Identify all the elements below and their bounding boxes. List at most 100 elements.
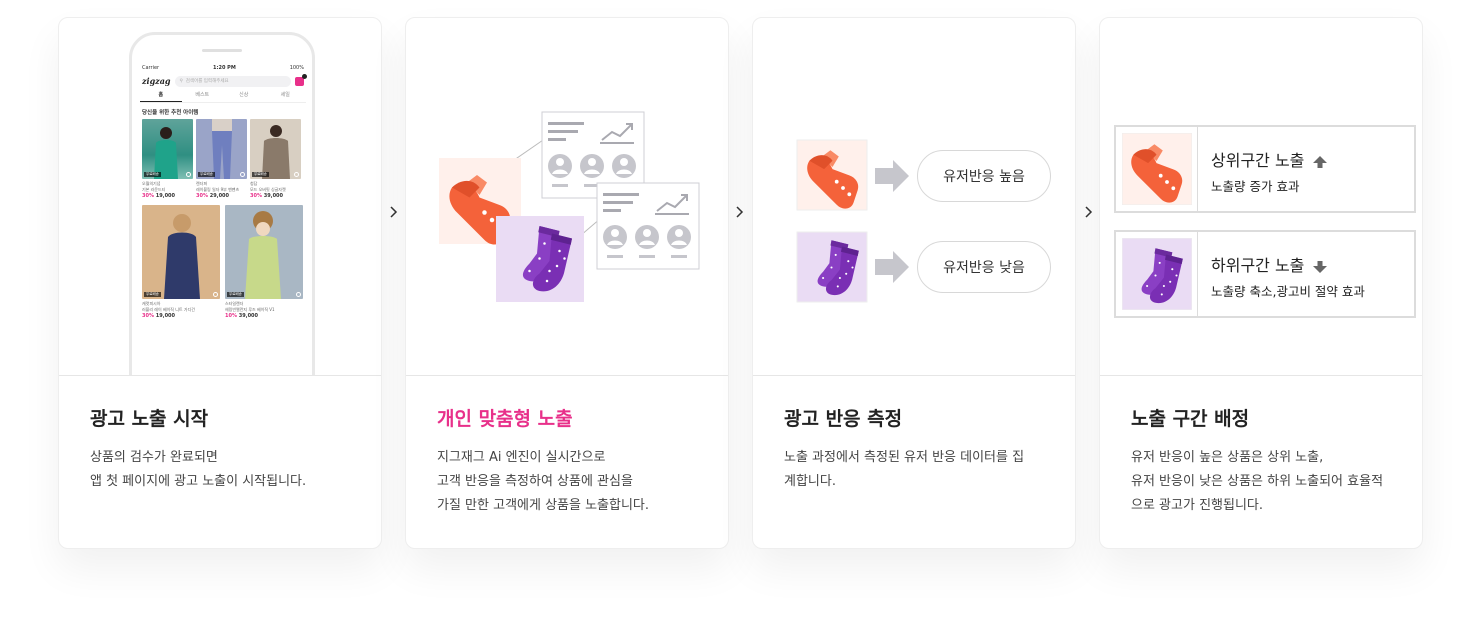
tab-home[interactable]: 홈 [140,89,182,102]
response-high-pill: 유저반응 높음 [917,150,1051,202]
free-shipping-tag: 무료배송 [252,172,269,177]
card-description-line: 노출 과정에서 측정된 유저 반응 데이터를 집 [784,450,1025,465]
status-carrier: Carrier [142,65,160,71]
free-shipping-tag: 무료배송 [227,292,244,297]
card-description-line: 유저 반응이 높은 상품은 상위 노출, [1131,450,1324,465]
card-description: 노출 과정에서 측정된 유저 반응 데이터를 집 계합니다. [784,446,1053,494]
heart-icon[interactable] [294,172,299,177]
card-description-line: 고객 반응을 측정하여 상품에 관심을 [437,474,633,489]
model-figure [245,211,281,299]
heart-icon[interactable] [213,292,218,297]
product-card[interactable]: 무료배송 청담 모드 오버핏 싱글자켓 30% 39,000 [250,119,301,199]
lower-tier-box: 하위구간 노출 노출량 축소,광고비 절약 효과 [1114,230,1416,318]
phone-screen: Carrier 1:20 PM 100% zigzag ⚲ 검색어를 입력해주세… [140,63,307,375]
app-bar: zigzag ⚲ 검색어를 입력해주세요 [140,73,307,89]
product-image: 무료배송 [196,119,247,179]
step-card-tier: 상위구간 노출 노출량 증가 효과 하위구간 노출 노출량 축소,광고비 절약 … [1099,17,1423,549]
chevron-right-icon [390,206,398,218]
product-image: 무료배송 [250,119,301,179]
arrow-right-icon [875,251,909,283]
tab-new[interactable]: 신상 [223,89,265,102]
product-discount: 30% [196,193,208,199]
product-card[interactable]: 무료배송 스타일랜더 헤링빈멜란지 루즈 베이직 V1 10% 39,000 [225,205,303,319]
product-discount: 10% [225,313,237,319]
card-description-line: 으로 광고가 진행됩니다. [1131,498,1263,513]
upper-tier-title: 상위구간 노출 [1211,147,1328,171]
card-description-line: 계합니다. [784,474,836,489]
heart-icon[interactable] [240,172,245,177]
product-price: 19,000 [155,193,176,199]
product-grid-top: 무료배송 오월의기념 기본 라운드티 30% 19,000 무료배송 렌더퍼 레… [140,119,306,199]
search-placeholder: 검색어를 입력해주세요 [185,79,229,84]
card-description: 상품의 검수가 완료되면 앱 첫 페이지에 광고 노출이 시작됩니다. [90,446,359,494]
card-description-line: 지그재그 Ai 엔진이 실시간으로 [437,450,606,465]
card-description-line: 앱 첫 페이지에 광고 노출이 시작됩니다. [90,474,307,489]
card-description: 유저 반응이 높은 상품은 상위 노출, 유저 반응이 낮은 상품은 하위 노출… [1131,446,1400,518]
search-icon: ⚲ [179,78,183,84]
app-tabs: 홈 베스트 신상 세일 [140,89,306,103]
card-description: 지그재그 Ai 엔진이 실시간으로 고객 반응을 측정하여 상품에 관심을 가질… [437,446,706,518]
tab-best[interactable]: 베스트 [182,89,224,102]
product-price: 39,000 [238,313,259,319]
product-card[interactable]: 무료배송 오월의기념 기본 라운드티 30% 19,000 [142,119,193,199]
card-title: 광고 노출 시작 [90,408,209,430]
heart-icon[interactable] [296,292,301,297]
lower-tier-title: 하위구간 노출 [1211,252,1328,276]
chevron-right-icon [736,206,744,218]
heart-icon[interactable] [186,172,191,177]
tab-sale[interactable]: 세일 [265,89,307,102]
arrow-right-icon [875,160,909,192]
product-card[interactable]: 무료배송 렌더퍼 레이블링 일자 9부 밴팬츠 30% 29,000 [196,119,247,199]
app-logo: zigzag [142,76,171,86]
model-figure [212,119,232,179]
product-grid-bottom: 무료배송 캐럿피시아 러블리 레이 베이직 니트 가디건 30% 19,000 … [140,199,306,319]
status-time: 1:20 PM [212,65,236,71]
product-discount: 30% [142,193,154,199]
tier-divider [1197,127,1198,211]
product-card[interactable]: 무료배송 캐럿피시아 러블리 레이 베이직 니트 가디건 30% 19,000 [142,205,220,319]
phone-speaker [202,49,242,52]
search-input[interactable]: ⚲ 검색어를 입력해주세요 [174,75,291,87]
card-title: 노출 구간 배정 [1131,408,1250,430]
step-card-ad-start: Carrier 1:20 PM 100% zigzag ⚲ 검색어를 입력해주세… [58,17,382,549]
card-description-line: 상품의 검수가 완료되면 [90,450,218,465]
product-image: 무료배송 [225,205,303,299]
card-title: 광고 반응 측정 [784,408,903,430]
model-figure [164,214,200,299]
upper-tier-sub: 노출량 증가 효과 [1211,179,1300,194]
response-low-pill: 유저반응 낮음 [917,241,1051,293]
product-discount: 30% [250,193,262,199]
upper-tier-title-text: 상위구간 노출 [1211,151,1305,170]
product-price: 29,000 [209,193,230,199]
arrow-up-icon [1313,155,1328,168]
arrow-down-icon [1313,260,1328,273]
status-bar: Carrier 1:20 PM 100% [140,63,306,73]
personalized-illustration [406,18,728,376]
cart-icon[interactable] [295,73,307,86]
model-figure [154,127,178,179]
step-card-personalized: 개인 맞춤형 노출 지그재그 Ai 엔진이 실시간으로 고객 반응을 측정하여 … [405,17,729,549]
upper-tier-box: 상위구간 노출 노출량 증가 효과 [1114,125,1416,213]
product-price: 39,000 [263,193,284,199]
shirt-thumb [1122,133,1192,205]
product-price: 19,000 [155,313,176,319]
free-shipping-tag: 무료배송 [198,172,215,177]
phone-frame: Carrier 1:20 PM 100% zigzag ⚲ 검색어를 입력해주세… [129,32,315,375]
model-figure [262,125,290,179]
product-image: 무료배송 [142,119,193,179]
tier-illustration: 상위구간 노출 노출량 증가 효과 하위구간 노출 노출량 축소,광고비 절약 … [1100,18,1422,376]
stats-panel-icon [596,182,700,270]
socks-thumb [1122,238,1192,310]
card-title: 개인 맞춤형 노출 [437,408,573,430]
free-shipping-tag: 무료배송 [144,292,161,297]
response-illustration: 유저반응 높음 유저반응 낮음 [753,18,1075,376]
lower-tier-sub: 노출량 축소,광고비 절약 효과 [1211,284,1365,299]
tier-divider [1197,232,1198,316]
card-description-line: 가질 만한 고객에게 상품을 노출합니다. [437,498,650,513]
lower-tier-title-text: 하위구간 노출 [1211,256,1305,275]
product-image: 무료배송 [142,205,220,299]
phone-illustration: Carrier 1:20 PM 100% zigzag ⚲ 검색어를 입력해주세… [59,18,381,376]
section-title: 당신을 위한 추천 아이템 [142,110,199,116]
chevron-right-icon [1085,206,1093,218]
step-card-response: 유저반응 높음 유저반응 낮음 광고 반응 측정 노출 과정에서 측정된 유저 … [752,17,1076,549]
